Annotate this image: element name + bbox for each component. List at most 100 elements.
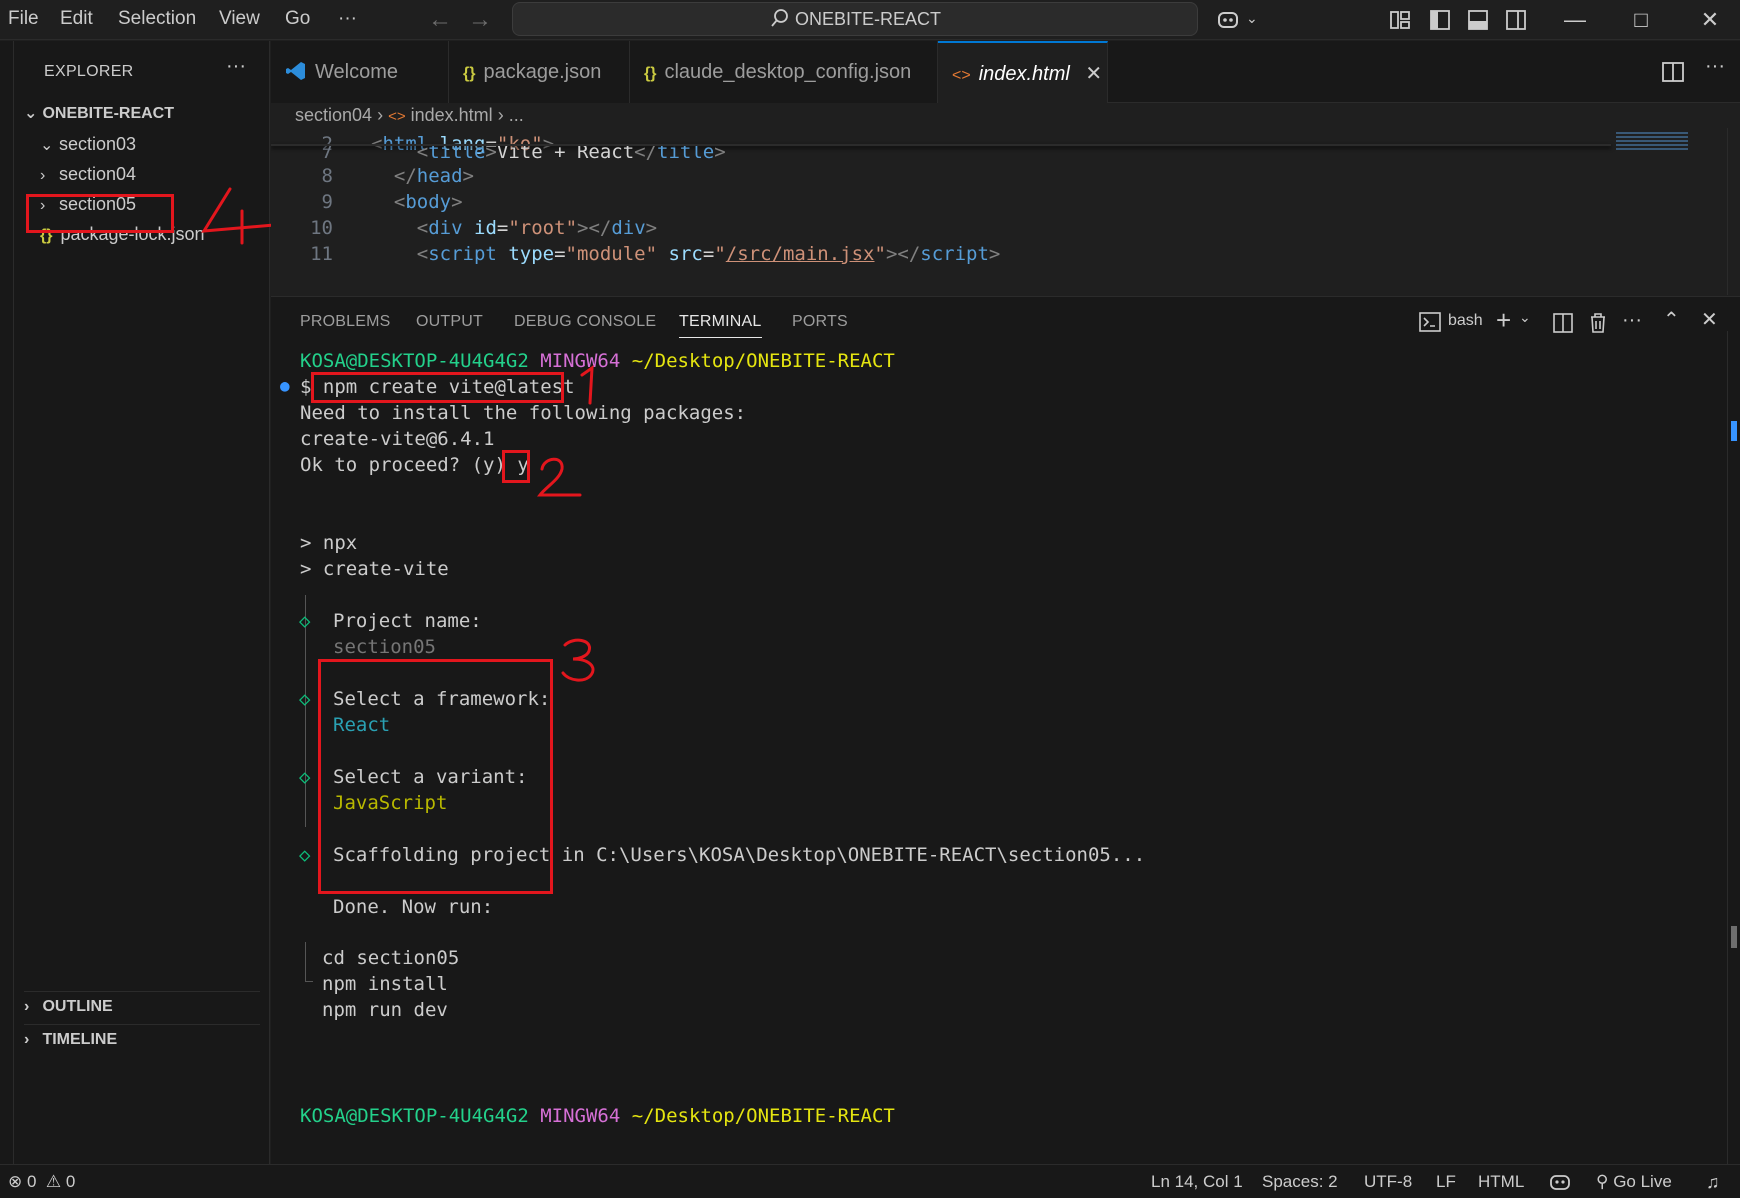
back-arrow-icon[interactable]: ← — [428, 6, 452, 34]
forward-arrow-icon[interactable]: → — [468, 6, 492, 34]
warning-icon: ⚠ — [45, 1172, 62, 1191]
vscode-logo-icon — [286, 62, 305, 80]
prompt-line: KOSA@DESKTOP-4U4G4G2 MINGW64 ~/Desktop/O… — [300, 1105, 895, 1127]
tree-item-section03[interactable]: ⌄ section03 — [40, 129, 136, 159]
tab-label: package.json — [483, 61, 602, 83]
tab-index-html[interactable]: <> index.html ✕ — [938, 41, 1108, 103]
json-file-icon: {} — [463, 65, 476, 82]
sticky-scroll-divider — [271, 144, 1611, 146]
tab-label: claude_desktop_config.json — [664, 61, 912, 83]
maximize-panel-chevron-up-icon[interactable]: ⌃ — [1663, 307, 1680, 332]
breadcrumb-separator-icon: › — [377, 105, 389, 125]
breadcrumb-file[interactable]: index.html — [411, 105, 493, 125]
breadcrumb-more[interactable]: ... — [509, 105, 524, 125]
terminal-shell-label[interactable]: bash — [1448, 312, 1483, 330]
customize-layout-icon[interactable] — [1388, 8, 1412, 32]
chevron-down-icon[interactable]: ⌄ — [1519, 309, 1531, 326]
diamond-icon: ◇ — [299, 688, 311, 710]
code-line: 8 </head> — [321, 165, 474, 187]
cursor-position[interactable]: Ln 14, Col 1 — [1151, 1165, 1243, 1198]
menu-view[interactable]: View — [219, 0, 260, 40]
terminal-scrollbar[interactable] — [1727, 331, 1740, 1165]
menu-go[interactable]: Go — [285, 0, 310, 40]
split-editor-icon[interactable] — [1661, 61, 1685, 83]
code-editor[interactable]: 2<html lang="ko"> 7 <title>Vite + React<… — [271, 128, 1740, 295]
go-live-button[interactable]: ⚲ Go Live — [1596, 1165, 1672, 1198]
annotation-number-4 — [201, 187, 276, 245]
chevron-down-icon: ⌄ — [40, 137, 54, 154]
annotation-box-2 — [502, 450, 530, 483]
indentation[interactable]: Spaces: 2 — [1262, 1165, 1338, 1198]
done-line: Done. Now run: — [333, 896, 494, 918]
minimap[interactable] — [1616, 132, 1688, 152]
annotation-box-1 — [311, 372, 564, 403]
explorer-header: EXPLORER — [44, 63, 134, 80]
root-label: ONEBITE-REACT — [42, 105, 175, 122]
notifications-bell-icon[interactable]: ♫ — [1706, 1165, 1720, 1198]
tab-output[interactable]: OUTPUT — [416, 313, 483, 331]
copilot-chevron-down-icon[interactable]: ⌄ — [1246, 10, 1258, 27]
diamond-icon: ◇ — [299, 844, 311, 866]
close-panel-icon[interactable]: ✕ — [1701, 307, 1718, 332]
encoding[interactable]: UTF-8 — [1364, 1165, 1412, 1198]
toggle-primary-sidebar-icon[interactable] — [1428, 8, 1452, 32]
new-terminal-icon[interactable]: + — [1496, 305, 1511, 336]
terminal-text: create-vite@6.4.1 — [300, 428, 495, 450]
tab-debug-console[interactable]: DEBUG CONSOLE — [514, 313, 656, 331]
menu-selection[interactable]: Selection — [118, 0, 196, 40]
tree-item-section04[interactable]: › section04 — [40, 159, 136, 189]
code-line: 10 <div id="root"></div> — [310, 217, 658, 239]
copilot-status-icon[interactable] — [1549, 1172, 1571, 1192]
explorer-sidebar: EXPLORER ··· ⌄ ONEBITE-REACT ⌄ section03… — [14, 41, 276, 1164]
tab-claude-desktop-config[interactable]: {} claude_desktop_config.json — [630, 41, 938, 103]
editor-scrollbar[interactable] — [1727, 128, 1740, 295]
panel-more-icon[interactable]: ··· — [1622, 309, 1642, 332]
end-of-line[interactable]: LF — [1436, 1165, 1456, 1198]
prompt-gutter-line — [305, 942, 306, 982]
next-command: npm run dev — [322, 999, 448, 1021]
tab-welcome[interactable]: Welcome — [271, 41, 449, 103]
next-command: cd section05 — [322, 947, 460, 969]
tab-problems[interactable]: PROBLEMS — [300, 313, 391, 331]
maximize-icon[interactable]: □ — [1611, 0, 1671, 40]
menu-file[interactable]: File — [8, 0, 39, 40]
outline-section[interactable]: › OUTLINE — [24, 991, 260, 1021]
timeline-label: TIMELINE — [42, 1031, 118, 1048]
breadcrumb: section04 › <> index.html › ... — [271, 103, 524, 128]
close-tab-icon[interactable]: ✕ — [1085, 63, 1102, 85]
menu-edit[interactable]: Edit — [60, 0, 93, 40]
tab-ports[interactable]: PORTS — [792, 313, 848, 331]
command-center-search[interactable]: ONEBITE-REACT — [512, 2, 1198, 36]
timeline-section[interactable]: › TIMELINE — [24, 1024, 260, 1054]
terminal-text: > create-vite — [300, 558, 449, 580]
editor-more-icon[interactable]: ··· — [1705, 55, 1725, 78]
close-window-icon[interactable]: ✕ — [1680, 0, 1740, 40]
split-terminal-icon[interactable] — [1553, 313, 1573, 333]
trash-icon[interactable] — [1589, 312, 1607, 334]
tab-label: Welcome — [315, 61, 398, 83]
proceed-line: Ok to proceed? (y) y — [300, 454, 529, 476]
breadcrumb-folder[interactable]: section04 — [295, 105, 372, 125]
search-text: ONEBITE-REACT — [794, 9, 941, 29]
chevron-right-icon: › — [40, 167, 46, 184]
bottom-panel: PROBLEMS OUTPUT DEBUG CONSOLE TERMINAL P… — [271, 296, 1740, 1165]
toggle-secondary-sidebar-icon[interactable] — [1504, 8, 1528, 32]
annotation-number-2 — [536, 457, 582, 497]
language-mode[interactable]: HTML — [1478, 1165, 1524, 1198]
explorer-more-icon[interactable]: ··· — [226, 55, 246, 78]
copilot-icon[interactable] — [1216, 8, 1244, 32]
diamond-icon: ◇ — [299, 610, 311, 632]
minimize-icon[interactable]: — — [1545, 0, 1605, 40]
code-line: 11 <script type="module" src="/src/main.… — [310, 243, 1001, 265]
problems-status[interactable]: ⊗ 0 ⚠ 0 — [8, 1165, 75, 1198]
annotation-number-3 — [561, 638, 595, 682]
tab-package-json[interactable]: {} package.json — [449, 41, 630, 103]
toggle-panel-icon[interactable] — [1466, 8, 1490, 32]
error-icon: ⊗ — [8, 1172, 23, 1191]
chevron-right-icon: › — [24, 1031, 30, 1048]
scrollbar-thumb[interactable] — [1731, 926, 1737, 948]
command-decoration-icon[interactable]: ● — [280, 373, 290, 399]
tab-terminal[interactable]: TERMINAL — [679, 313, 762, 338]
tree-root[interactable]: ⌄ ONEBITE-REACT — [24, 99, 174, 129]
menu-more[interactable]: ··· — [338, 0, 357, 40]
